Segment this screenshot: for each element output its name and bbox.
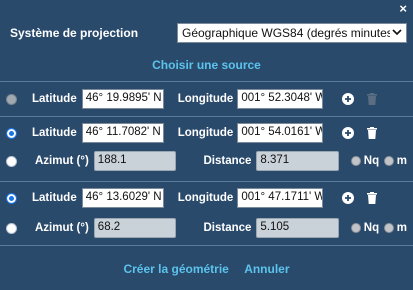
latitude-input[interactable]: 46° 13.6029' N [81,188,164,208]
longitude-label: Longitude [177,192,234,204]
point-row-1: Latitude 46° 19.9895' N Longitude 001° 5… [6,88,407,110]
distance-input[interactable]: 8.371 [256,151,340,171]
distance-label: Distance [203,222,252,234]
azimut-label: Azimut (°) [35,155,89,167]
add-point-icon[interactable] [341,92,355,106]
unit-nq-radio[interactable] [351,156,361,166]
close-icon[interactable]: × [399,2,407,16]
azimut-label: Azimut (°) [35,222,89,234]
point-radio-1[interactable] [6,93,17,105]
longitude-input[interactable]: 001° 52.3048' W [237,89,324,109]
azimut-row-2: Azimut (°) 188.1 Distance 8.371 Nq m [6,150,407,172]
distance-label: Distance [203,155,252,167]
unit-nq-radio[interactable] [351,223,361,233]
point-radio-3[interactable] [6,192,17,204]
unit-m-radio[interactable] [384,156,394,166]
create-geometry-link[interactable]: Créer la géométrie [123,262,228,276]
divider [0,181,413,182]
azimut-input[interactable]: 188.1 [93,151,177,171]
unit-nq-label: Nq [363,155,380,167]
unit-m-radio[interactable] [384,223,394,233]
azimut-input[interactable]: 68.2 [93,218,177,238]
choose-source-link[interactable]: Choisir une source [0,58,413,72]
add-point-icon[interactable] [341,191,355,205]
unit-m-label: m [396,222,407,234]
footer-actions: Créer la géométrie Annuler [0,262,413,276]
azimut-row-3: Azimut (°) 68.2 Distance 5.105 Nq m [6,217,407,239]
trash-icon[interactable] [365,191,379,205]
longitude-input[interactable]: 001° 54.0161' W [237,123,324,143]
projection-panel: × Système de projection Géographique WGS… [0,0,413,290]
trash-icon [365,92,379,106]
chevron-down-icon [392,28,402,39]
latitude-label: Latitude [32,93,77,105]
latitude-input[interactable]: 46° 19.9895' N [81,89,164,109]
point-radio-2[interactable] [6,127,17,139]
longitude-label: Longitude [177,93,234,105]
projection-row: Système de projection Géographique WGS84… [10,22,407,44]
cancel-link[interactable]: Annuler [244,262,289,276]
divider [0,81,413,82]
divider [0,245,413,246]
unit-m-label: m [396,155,407,167]
projection-select[interactable]: Géographique WGS84 (degrés minutes) [177,23,407,43]
divider [0,116,413,117]
latitude-label: Latitude [32,127,77,139]
projection-selected-value: Géographique WGS84 (degrés minutes) [182,26,390,40]
longitude-input[interactable]: 001° 47.1711' W [237,188,324,208]
trash-icon[interactable] [365,126,379,140]
latitude-label: Latitude [32,192,77,204]
longitude-label: Longitude [177,127,234,139]
add-point-icon[interactable] [341,126,355,140]
latitude-input[interactable]: 46° 11.7082' N [81,123,164,143]
point-row-3: Latitude 46° 13.6029' N Longitude 001° 4… [6,187,407,209]
projection-label: Système de projection [10,26,139,40]
distance-input[interactable]: 5.105 [256,218,340,238]
unit-nq-label: Nq [363,222,380,234]
point-row-2: Latitude 46° 11.7082' N Longitude 001° 5… [6,122,407,144]
azimut-radio-3[interactable] [6,222,17,234]
azimut-radio-2[interactable] [6,155,17,167]
